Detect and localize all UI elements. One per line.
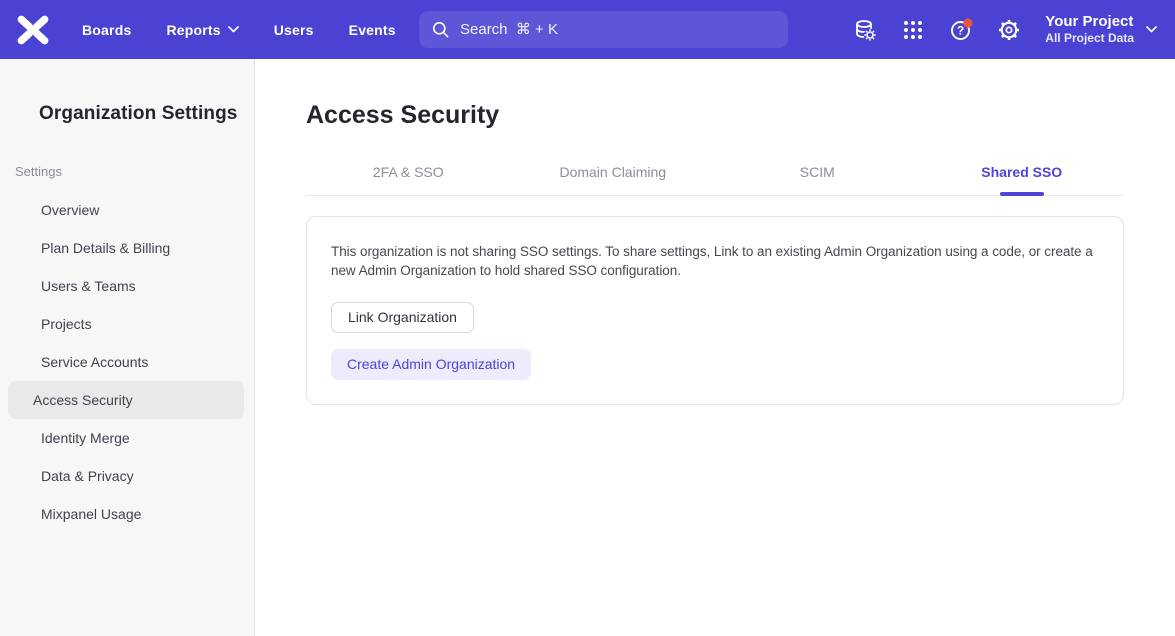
sidebar-item-identity-merge[interactable]: Identity Merge: [8, 419, 244, 457]
settings-gear-icon[interactable]: [997, 18, 1021, 42]
nav-users-label: Users: [274, 22, 314, 38]
create-admin-organization-button[interactable]: Create Admin Organization: [331, 349, 531, 380]
sidebar-title: Organization Settings: [39, 103, 254, 125]
shared-sso-description: This organization is not sharing SSO set…: [331, 242, 1093, 280]
link-organization-button[interactable]: Link Organization: [331, 302, 474, 333]
svg-text:?: ?: [957, 23, 964, 37]
nav-events[interactable]: Events: [349, 22, 396, 38]
sidebar-item-service-accounts[interactable]: Service Accounts: [8, 343, 244, 381]
search-icon: [431, 20, 450, 39]
global-search[interactable]: [419, 11, 788, 48]
project-name: Your Project: [1045, 13, 1134, 31]
sidebar-item-data-privacy[interactable]: Data & Privacy: [8, 457, 244, 495]
navbar-right-group: ? Your Project All Project Data: [853, 0, 1157, 59]
chevron-down-icon: [228, 26, 239, 33]
chevron-down-icon: [1146, 26, 1157, 33]
sidebar-item-projects[interactable]: Projects: [8, 305, 244, 343]
project-selector[interactable]: Your Project All Project Data: [1045, 13, 1157, 45]
nav-users[interactable]: Users: [274, 22, 314, 38]
mixpanel-logo-icon[interactable]: [16, 13, 50, 47]
tab-domain-claiming[interactable]: Domain Claiming: [511, 164, 716, 195]
nav-reports[interactable]: Reports: [166, 22, 238, 38]
top-navbar: Boards Reports Users Events: [0, 0, 1175, 59]
nav-reports-label: Reports: [166, 22, 220, 38]
shared-sso-card: This organization is not sharing SSO set…: [306, 216, 1124, 405]
main-content: Access Security 2FA & SSO Domain Claimin…: [255, 59, 1175, 636]
data-management-icon[interactable]: [853, 18, 877, 42]
search-input[interactable]: [460, 21, 776, 38]
nav-events-label: Events: [349, 22, 396, 38]
sidebar-item-overview[interactable]: Overview: [8, 191, 244, 229]
sidebar-item-access-security[interactable]: Access Security: [8, 381, 244, 419]
tab-scim[interactable]: SCIM: [715, 164, 920, 195]
settings-sidebar: Organization Settings Settings Overview …: [0, 59, 255, 636]
tab-bar: 2FA & SSO Domain Claiming SCIM Shared SS…: [306, 164, 1124, 196]
sidebar-item-mixpanel-usage[interactable]: Mixpanel Usage: [8, 495, 244, 533]
sidebar-nav: Overview Plan Details & Billing Users & …: [0, 191, 254, 533]
tab-2fa-sso[interactable]: 2FA & SSO: [306, 164, 511, 195]
nav-boards[interactable]: Boards: [82, 22, 131, 38]
sidebar-item-users-teams[interactable]: Users & Teams: [8, 267, 244, 305]
apps-grid-icon[interactable]: [901, 18, 925, 42]
project-scope: All Project Data: [1045, 31, 1134, 45]
sidebar-section-label: Settings: [15, 164, 254, 179]
notification-dot: [964, 18, 973, 27]
help-icon[interactable]: ?: [949, 18, 973, 42]
sidebar-item-plan-details-billing[interactable]: Plan Details & Billing: [8, 229, 244, 267]
primary-nav: Boards Reports Users Events: [82, 22, 396, 38]
tab-shared-sso[interactable]: Shared SSO: [920, 164, 1125, 195]
page-title: Access Security: [306, 101, 1125, 130]
nav-boards-label: Boards: [82, 22, 131, 38]
